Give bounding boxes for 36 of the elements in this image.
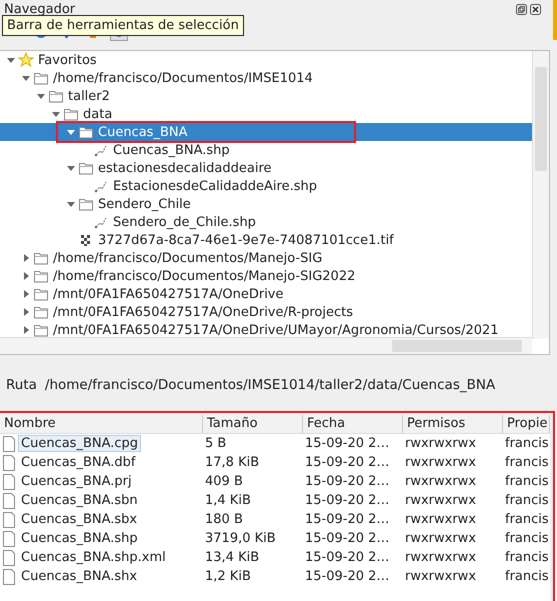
- tooltip: Barra de herramientas de selección: [2, 15, 244, 36]
- file-permissions: rwxrwxrwx: [404, 569, 478, 584]
- file-size: 409 B: [204, 474, 244, 489]
- file-date: 15-09-20 2…: [304, 550, 390, 565]
- file-owner: francis: [504, 455, 550, 470]
- file-date: 15-09-20 2…: [304, 455, 390, 470]
- file-permissions: rwxrwxrwx: [404, 436, 478, 451]
- file-date: 15-09-20 2…: [304, 569, 390, 584]
- file-owner: francis: [504, 512, 550, 527]
- file-permissions: rwxrwxrwx: [404, 512, 478, 527]
- file-date: 15-09-20 2…: [304, 512, 390, 527]
- file-size: 1,4 KiB: [204, 493, 252, 508]
- file-owner: francis: [504, 474, 550, 489]
- file-owner: francis: [504, 550, 550, 565]
- file-owner: francis: [504, 493, 550, 508]
- panel-title: Navegador: [4, 2, 76, 16]
- file-date: 15-09-20 2…: [304, 474, 390, 489]
- file-size: 13,4 KiB: [204, 550, 260, 565]
- file-permissions: rwxrwxrwx: [404, 493, 478, 508]
- file-date: 15-09-20 2…: [304, 493, 390, 508]
- file-owner: francis: [504, 531, 550, 546]
- file-size: 1,2 KiB: [204, 569, 252, 584]
- file-date: 15-09-20 2…: [304, 436, 390, 451]
- file-size: 3719,0 KiB: [204, 531, 277, 546]
- file-permissions: rwxrwxrwx: [404, 531, 478, 546]
- file-permissions: rwxrwxrwx: [404, 455, 478, 470]
- file-permissions: rwxrwxrwx: [404, 550, 478, 565]
- file-size: 17,8 KiB: [204, 455, 260, 470]
- file-owner: francis: [504, 569, 550, 584]
- file-date: 15-09-20 2…: [304, 531, 390, 546]
- path-label: Ruta: [6, 377, 37, 393]
- path-value: /home/francisco/Documentos/IMSE1014/taller2/data/Cuencas_BNA: [44, 377, 496, 393]
- file-size: 5 B: [204, 436, 228, 451]
- file-size: 180 B: [204, 512, 244, 527]
- file-owner: francis: [504, 436, 550, 451]
- file-permissions: rwxrwxrwx: [404, 474, 478, 489]
